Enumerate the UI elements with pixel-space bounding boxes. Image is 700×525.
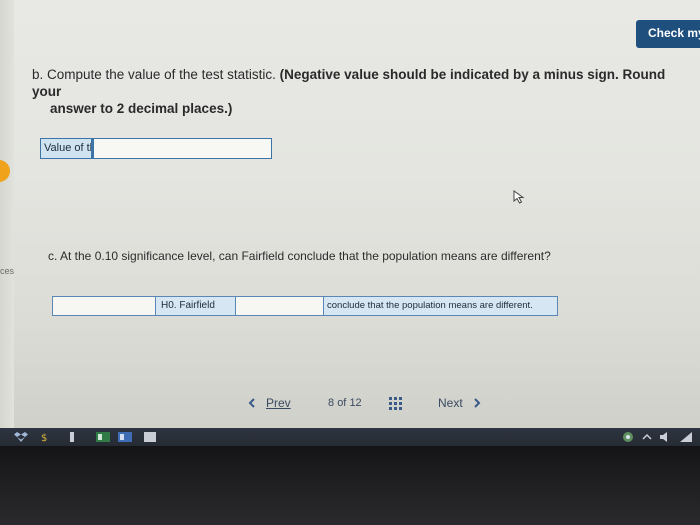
wifi-icon[interactable] — [680, 432, 692, 442]
chevron-up-icon[interactable] — [642, 432, 652, 442]
next-button[interactable]: Next — [438, 396, 481, 410]
prev-button[interactable]: Prev — [248, 396, 291, 410]
chrome-tray-icon[interactable] — [622, 432, 634, 442]
part-c-answer-row: H0. Fairfield conclude that the populati… — [52, 296, 558, 316]
total-pages: 12 — [349, 397, 362, 409]
svg-text:$: $ — [41, 433, 47, 442]
currency-icon[interactable]: $ — [40, 432, 50, 442]
browser-viewport: ces Check my b. Compute the value of the… — [0, 0, 700, 428]
reject-decision-dropdown[interactable] — [53, 297, 156, 315]
file-icon[interactable] — [144, 432, 156, 442]
test-statistic-row: Value of the test statistic — [40, 138, 272, 159]
chevron-right-icon — [473, 398, 481, 408]
h0-fairfield-label: H0. Fairfield — [156, 297, 236, 315]
part-c-question: c. At the 0.10 significance level, can F… — [48, 249, 551, 263]
window-icon[interactable] — [70, 432, 76, 442]
page-indicator: 8 of 12 — [328, 397, 362, 409]
test-statistic-label: Value of the test statistic — [41, 139, 92, 158]
prev-label[interactable]: Prev — [266, 396, 291, 410]
part-b-instruction-line2: answer to 2 decimal places.) — [50, 101, 233, 116]
dropbox-icon[interactable] — [14, 432, 28, 442]
left-strip — [0, 0, 14, 428]
word-doc-icon[interactable] — [118, 432, 132, 442]
taskbar: $ — [0, 428, 700, 446]
next-label[interactable]: Next — [438, 396, 463, 410]
test-statistic-input[interactable] — [92, 139, 271, 158]
check-my-work-button[interactable]: Check my — [636, 20, 700, 48]
conclusion-dropdown[interactable] — [236, 297, 324, 315]
pagination: Prev 8 of 12 Next — [248, 396, 498, 414]
mouse-pointer-icon — [513, 190, 525, 204]
part-b-lead: b. Compute the value of the test statist… — [32, 67, 276, 82]
speaker-icon[interactable] — [660, 432, 672, 442]
of-label: of — [337, 397, 347, 409]
conclusion-label: conclude that the population means are d… — [324, 297, 557, 315]
grid-icon[interactable] — [388, 396, 404, 412]
part-b-prompt: b. Compute the value of the test statist… — [32, 66, 696, 117]
monitor-bezel — [0, 446, 700, 525]
spreadsheet-icon[interactable] — [96, 432, 110, 442]
chevron-left-icon — [248, 398, 255, 408]
current-page: 8 — [328, 397, 335, 409]
side-label: ces — [0, 266, 15, 276]
